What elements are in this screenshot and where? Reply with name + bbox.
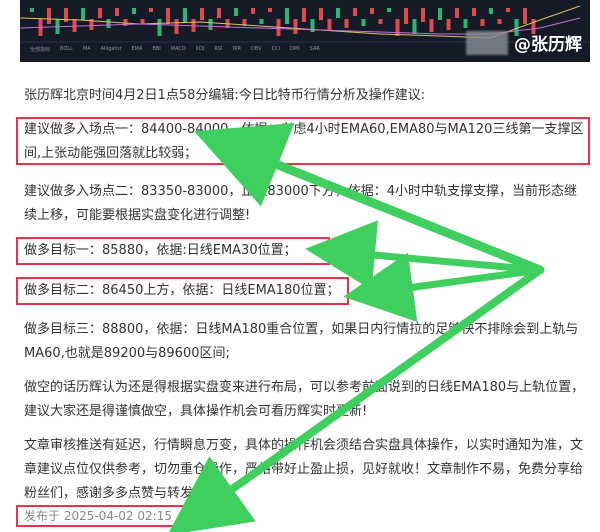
- disclaimer: 文章审核推送有延迟，行情瞬息万变，具体的操作机会须结合实盘具体操作，以实时通知为…: [24, 438, 584, 501]
- candle-bar: [361, 19, 366, 26]
- blurred-avatar: [466, 30, 508, 55]
- chart-toolbar-item: CCI: [271, 46, 281, 52]
- author-watermark: @张历辉: [466, 30, 582, 55]
- long-entry-1: 建议做多入场点一：84400-84000，依据：考虑4小时EMA60,EMA80…: [24, 122, 584, 161]
- candle-bar: [344, 19, 349, 28]
- candle-bar: [327, 19, 332, 30]
- candle-bar: [200, 8, 204, 20]
- candle-bar: [234, 8, 238, 16]
- candle-bar: [268, 8, 272, 12]
- candle-bar: [497, 19, 502, 24]
- candle-bar: [370, 8, 374, 14]
- candle-bar: [472, 8, 476, 16]
- chart-toolbar-item: BBI: [152, 46, 161, 52]
- target-3: 做多目标三：88800，依据：日线MA180重合位置，如果日内行情拉的足够快不排…: [24, 322, 579, 361]
- chart-toolbar-item: MA: [82, 46, 91, 52]
- chart-toolbar-item: OBV: [250, 46, 262, 52]
- chart-toolbar-item: SAR: [309, 46, 320, 52]
- candle-bar: [506, 8, 510, 12]
- candle-bar: [251, 8, 255, 14]
- chart-toolbar-item: 全部指标: [30, 46, 51, 53]
- candle-bar: [446, 19, 451, 30]
- candle-bar: [47, 8, 51, 24]
- candle-bar: [336, 8, 340, 18]
- candle-bar: [421, 8, 425, 22]
- candle-bar: [387, 8, 391, 12]
- candle-bar: [149, 8, 153, 12]
- candle-bar: [455, 8, 459, 18]
- candle-bar: [132, 8, 136, 14]
- watermark-author: @张历辉: [514, 35, 582, 55]
- chart-toolbar-item: Alligator: [100, 46, 122, 52]
- chart-toolbar-item: DMI: [290, 46, 300, 52]
- chart-toolbar-item: KDJ: [195, 46, 205, 52]
- chart-indicator-toolbar: 全部指标 BOLL MA Alligator EMA BBI MACD KDJ RSI WR OBV…: [20, 44, 490, 54]
- chart-toolbar-item: WR: [232, 46, 241, 52]
- candle-bar: [353, 8, 357, 16]
- candle-bar: [174, 19, 179, 34]
- candle-bar: [166, 8, 170, 24]
- target-2: 做多目标二：86450上方，依据：日线EMA180位置；: [24, 283, 340, 298]
- candle-bar: [140, 19, 145, 24]
- chart-toolbar-item: MACD: [170, 46, 186, 52]
- candle-bar: [208, 19, 213, 30]
- chart-screenshot: 全部指标 BOLL MA Alligator EMA BBI MACD KDJ RSI WR OBV…: [20, 0, 590, 62]
- candle-bar: [115, 8, 119, 16]
- candle-bar: [378, 19, 383, 24]
- candle-bar: [395, 19, 400, 36]
- candle-bar: [81, 8, 85, 20]
- candle-bar: [319, 8, 323, 20]
- short-note: 做空的话历辉认为还是得根据实盘变来进行布局，可以参考前面说到的日线EMA180与…: [24, 380, 585, 419]
- target-1: 做多目标一：85880，依据:日线EMA30位置；: [24, 243, 297, 258]
- candle-bar: [285, 8, 289, 24]
- chart-toolbar-item: RSI: [214, 46, 223, 52]
- chart-toolbar-item: BOLL: [60, 46, 73, 52]
- candle-bar: [30, 8, 34, 12]
- candle-bar: [106, 19, 111, 28]
- candle-bar: [259, 19, 264, 24]
- candle-bar: [489, 8, 493, 14]
- chart-toolbar-item: EMA: [131, 46, 143, 52]
- candle-bar: [404, 8, 408, 24]
- candle-bar: [438, 8, 442, 20]
- candle-bar: [302, 8, 306, 22]
- candle-bar: [72, 19, 77, 32]
- candle-bar: [412, 19, 417, 34]
- candle-bar: [157, 19, 162, 36]
- candle-bar: [98, 8, 102, 18]
- candle-bar: [463, 19, 468, 28]
- candle-bar: [523, 8, 527, 24]
- candle-bar: [293, 19, 298, 34]
- published-date: 发布于 2025-04-02 02:15: [24, 509, 172, 523]
- candle-bar: [480, 19, 485, 26]
- candle-bar: [183, 8, 187, 22]
- article-intro: 张历辉北京时间4月2日1点58分编辑:今日比特币行情分析及操作建议:: [24, 88, 426, 103]
- candle-bar: [429, 19, 434, 32]
- long-entry-2: 建议做多入场点二：83350-83000，止损83000下方，依据：4小时中轨支…: [24, 184, 578, 223]
- candle-bar: [217, 8, 221, 18]
